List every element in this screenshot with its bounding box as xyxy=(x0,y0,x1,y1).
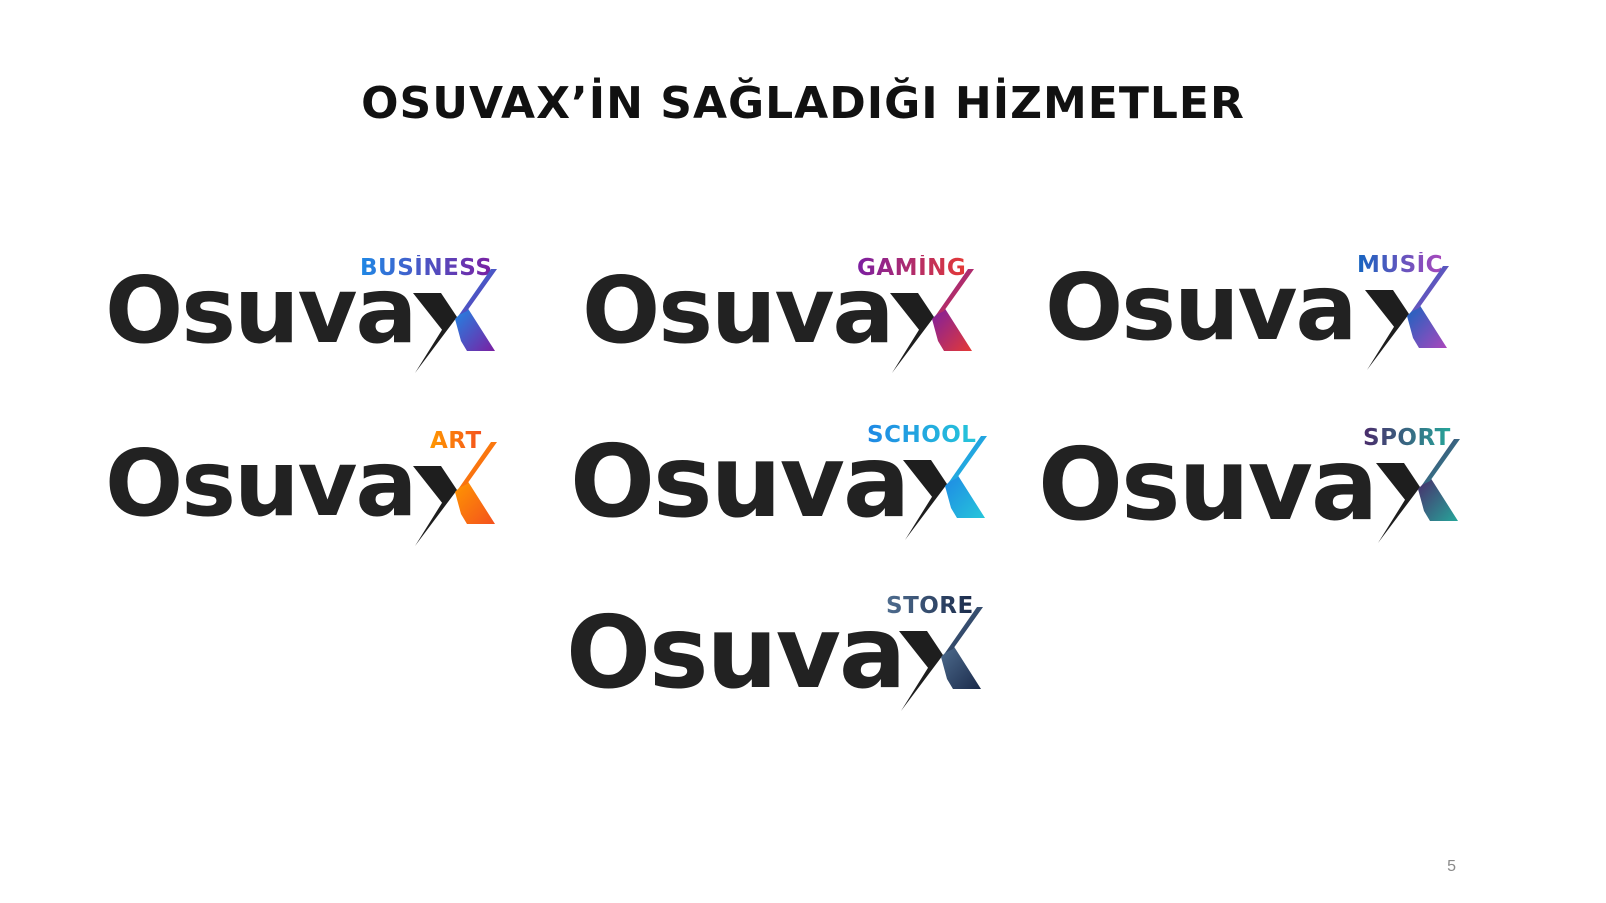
logo-wordmark: Osuva xyxy=(1038,426,1378,543)
logo-osuvax-school: Osuva SCHOOL xyxy=(570,422,987,552)
page-title: OSUVAX’İN SAĞLADIĞI HİZMETLER xyxy=(361,78,1245,129)
x-logo-icon xyxy=(413,269,497,373)
logo-osuvax-sport: Osuva SPORT xyxy=(1038,425,1460,555)
logo-wordmark: Osuva xyxy=(570,423,910,540)
logo-wordmark: Osuva xyxy=(566,594,906,711)
x-logo-icon xyxy=(903,436,987,540)
logo-osuvax-business: Osuva BUSİNESS xyxy=(105,255,515,385)
x-logo-icon xyxy=(413,442,497,546)
x-logo-icon xyxy=(1365,266,1449,370)
logo-wordmark: Osuva xyxy=(582,257,895,364)
logo-osuvax-store: Osuva STORE xyxy=(566,593,983,723)
logo-osuvax-gaming: Osuva GAMİNG xyxy=(582,255,992,385)
x-logo-icon xyxy=(899,607,983,711)
logo-osuvax-music: Osuva MUSİC xyxy=(1045,252,1455,382)
x-logo-icon xyxy=(1376,439,1460,543)
logo-osuvax-art: Osuva ART xyxy=(105,428,515,558)
logo-wordmark: Osuva xyxy=(105,430,418,537)
logo-wordmark: Osuva xyxy=(1045,254,1358,361)
x-logo-icon xyxy=(890,269,974,373)
page-number: 5 xyxy=(1447,858,1456,875)
